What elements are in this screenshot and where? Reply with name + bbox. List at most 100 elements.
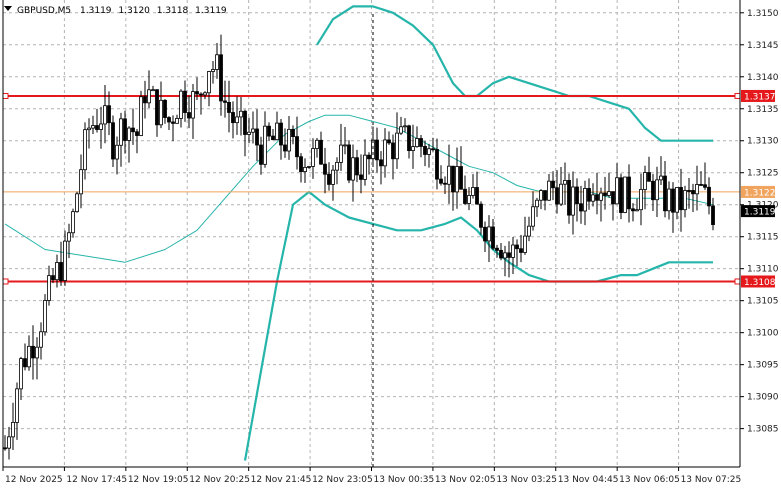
candle-body [451, 165, 455, 193]
candle-body [159, 99, 163, 126]
ohlc-high: 1.3120 [118, 6, 150, 16]
y-tick-label: 1.3115 [747, 233, 779, 243]
x-tick-label: 13 Nov 00:35 [374, 475, 435, 485]
candle-body [171, 121, 175, 124]
candle-body [251, 128, 255, 133]
candle-body [135, 131, 139, 136]
candle-body [387, 139, 391, 144]
candle-body [235, 116, 239, 124]
x-tick-label: 13 Nov 02:05 [435, 475, 496, 485]
candle-body [27, 345, 31, 368]
candle-body [571, 186, 575, 216]
candle-body [655, 179, 659, 201]
candle-body [283, 144, 287, 152]
candle-body [399, 126, 403, 134]
candle-body [271, 135, 275, 141]
candle-body [567, 180, 571, 216]
candle-body [107, 105, 111, 124]
y-tick-label: 1.3135 [747, 105, 779, 115]
x-tick-label: 13 Nov 06:05 [619, 475, 680, 485]
candle-body [675, 187, 679, 213]
candle-body [347, 144, 351, 181]
candle-body [435, 149, 439, 180]
candle-body [443, 182, 447, 185]
candle-body [247, 131, 251, 135]
x-tick-label: 12 Nov 19:05 [128, 475, 189, 485]
candle-body [319, 139, 323, 165]
candle-body [463, 188, 467, 204]
candle-body [83, 129, 87, 171]
candle-body [479, 203, 483, 228]
candle-body [643, 172, 647, 190]
candle-body [351, 157, 355, 181]
candle-body [439, 178, 443, 184]
candle-body [651, 180, 655, 201]
candle-body [427, 148, 431, 155]
level-handle-left [2, 92, 9, 99]
candle-body [487, 226, 491, 242]
candle-body [475, 187, 479, 205]
candle-body [147, 89, 151, 104]
candle-body [431, 148, 435, 151]
candle-body [459, 166, 463, 190]
candle-body [363, 154, 367, 180]
candle-body [543, 190, 547, 201]
level-handle-left [2, 278, 9, 285]
level-handle-right [734, 92, 741, 99]
candle-body [59, 262, 63, 281]
x-tick-label: 13 Nov 04:45 [558, 475, 619, 485]
candle-body [323, 163, 327, 175]
candle-body [343, 144, 347, 147]
candle-body [659, 175, 663, 181]
candle-body [355, 157, 359, 176]
y-tick-label: 1.3125 [747, 169, 779, 179]
candle-body [667, 188, 671, 212]
candle-body [255, 128, 259, 146]
candle-body [39, 331, 43, 348]
candle-body [187, 112, 191, 119]
candle-body [519, 248, 523, 253]
candle-body [583, 188, 587, 212]
candle-body [639, 189, 643, 211]
candle-body [231, 112, 235, 124]
plot-background [0, 0, 781, 489]
x-tick-label: 12 Nov 21:45 [251, 475, 312, 485]
price-chart[interactable]: 1.3150 1.3145 1.3140 1.3135 1.3130 1.3125 1.31… [0, 0, 781, 489]
candle-body [611, 191, 615, 205]
candle-body [287, 128, 291, 152]
candle-body [131, 127, 135, 133]
y-tick-label: 1.3105 [747, 297, 779, 307]
candle-body [139, 96, 143, 136]
candle-body [95, 125, 99, 130]
candle-body [219, 54, 223, 102]
svg-text:GBPUSD,M5 1.3119 1: GBPUSD,M5 1.3119 1.3120 1.3118 1.3119 [17, 6, 227, 16]
candle-body [243, 110, 247, 135]
candle-body [7, 436, 11, 449]
candle-body [559, 183, 563, 205]
candle-body [179, 90, 183, 119]
price-badge-label: 1.3108 [744, 278, 776, 288]
candle-body [379, 159, 383, 167]
candle-body [483, 226, 487, 242]
candle-body [531, 206, 535, 227]
candle-body [51, 275, 55, 281]
y-tick-label: 1.3090 [747, 393, 779, 403]
candle-body [699, 184, 703, 186]
candle-body [587, 188, 591, 202]
candle-body [599, 192, 603, 201]
candle-body [295, 136, 299, 158]
candle-body [151, 89, 155, 92]
candle-body [215, 54, 219, 70]
candle-body [663, 175, 667, 212]
candle-body [471, 187, 475, 196]
candle-body [615, 177, 619, 205]
candle-body [239, 110, 243, 118]
candle-body [407, 125, 411, 151]
candle-body [115, 144, 119, 160]
candle-body [315, 139, 319, 149]
y-tick-label: 1.3095 [747, 361, 779, 371]
candle-body [503, 252, 507, 259]
candle-body [279, 122, 283, 146]
candle-body [331, 169, 335, 185]
candle-body [263, 125, 267, 165]
